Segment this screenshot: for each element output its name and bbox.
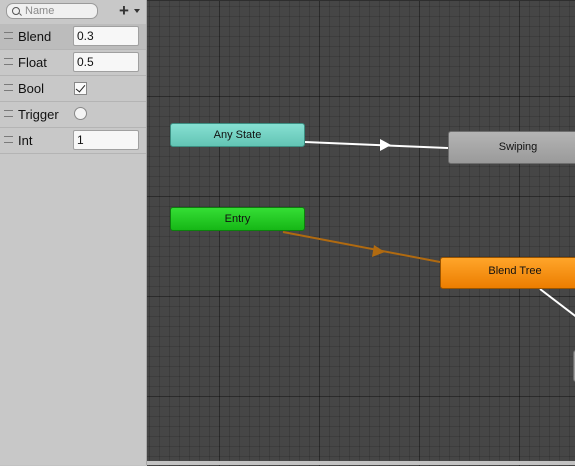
transition-anystate-to-swiping[interactable] (304, 141, 449, 149)
state-node-blend-tree[interactable]: Blend Tree (440, 257, 575, 289)
transition-arrow-icon (372, 245, 385, 257)
transition-links (282, 139, 575, 318)
state-node-entry[interactable]: Entry (170, 207, 305, 231)
state-node-any-state[interactable]: Any State (170, 123, 305, 147)
state-node-swiping[interactable]: Swiping (448, 131, 575, 164)
transition-arrow-icon (380, 139, 391, 151)
transition-entry-to-blendtree[interactable] (282, 231, 441, 263)
transition-blendtree-outgoing[interactable] (539, 288, 575, 318)
graph-bottom-edge (147, 461, 575, 465)
